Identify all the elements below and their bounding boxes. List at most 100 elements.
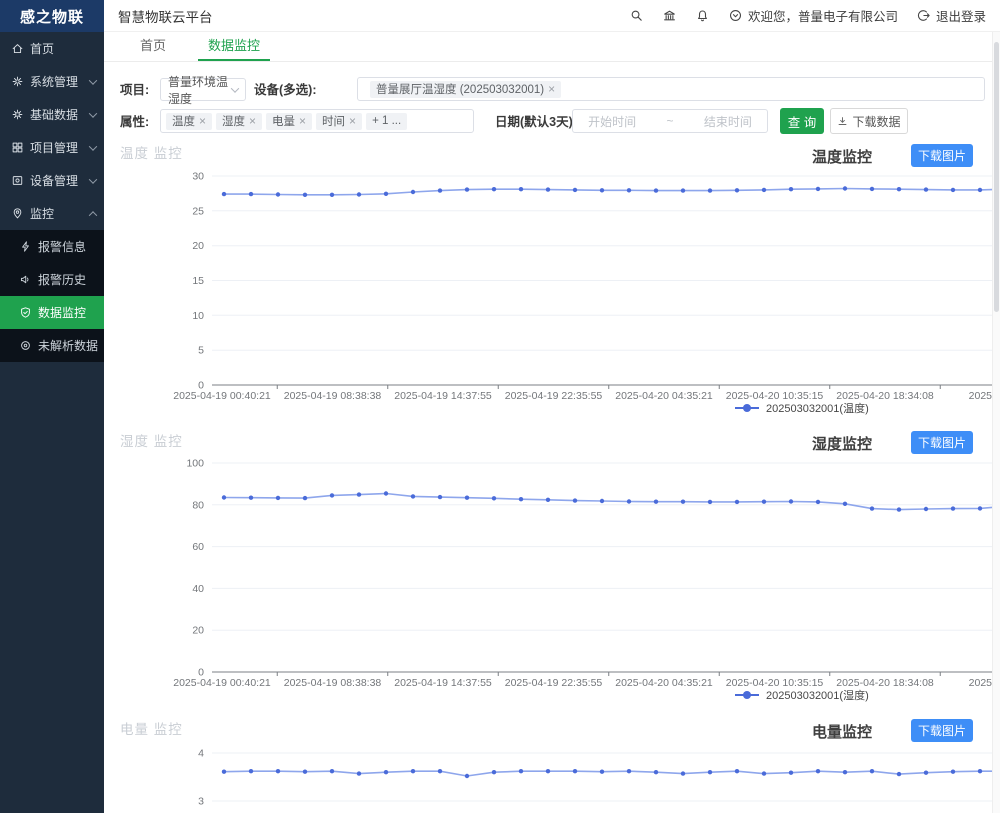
tag-close-icon[interactable]: ×	[249, 115, 256, 127]
page-title: 智慧物联云平台	[118, 6, 213, 26]
download-image-button[interactable]: 下载图片	[911, 719, 973, 742]
chevron-down-icon	[89, 76, 97, 84]
sidebar-item-home[interactable]: 首页	[0, 32, 104, 65]
battery-watermark-label: 电量 监控	[120, 718, 183, 738]
sidebar-item-system-mgmt[interactable]: 系统管理	[0, 65, 104, 98]
monitor-pin-icon	[11, 207, 24, 220]
chevron-down-icon	[89, 109, 97, 117]
svg-text:5: 5	[198, 345, 204, 357]
device-icon	[11, 174, 24, 187]
tag-close-icon[interactable]: ×	[199, 115, 206, 127]
attr-tag[interactable]: 时间×	[316, 113, 362, 130]
query-button[interactable]: 查 询	[780, 108, 824, 134]
project-label: 项目:	[120, 78, 149, 102]
sidebar-item-alarm-info[interactable]: 报警信息	[0, 230, 104, 263]
tab-data-monitor[interactable]: 数据监控	[198, 35, 270, 61]
shield-check-icon	[19, 306, 32, 319]
sidebar: 感之物联 首页 系统管理 基础数据 项目管理 设备管理 监控	[0, 0, 104, 813]
alarm-history-icon	[19, 273, 32, 286]
svg-text:2025-04-21: 2025-04-21	[969, 390, 992, 402]
date-start-placeholder: 开始时间	[588, 113, 636, 130]
sidebar-item-unparsed-data[interactable]: 未解析数据	[0, 329, 104, 362]
svg-text:2025-04-20 04:35:21: 2025-04-20 04:35:21	[615, 677, 713, 689]
svg-text:2025-04-20 10:35:15: 2025-04-20 10:35:15	[726, 390, 824, 402]
download-image-button[interactable]: 下载图片	[911, 144, 973, 167]
top-header: 智慧物联云平台 欢迎您，普量电子有限公司 退出登录	[104, 0, 1000, 32]
settings-data-icon	[11, 108, 24, 121]
chevron-up-icon	[89, 211, 97, 219]
temperature-chart-title: 温度监控	[812, 146, 872, 167]
svg-text:202503032001(湿度): 202503032001(湿度)	[766, 688, 869, 702]
svg-text:2025-04-19 14:37:55: 2025-04-19 14:37:55	[394, 390, 492, 402]
tag-close-icon[interactable]: ×	[349, 115, 356, 127]
sidebar-item-project-mgmt[interactable]: 项目管理	[0, 131, 104, 164]
project-select[interactable]: 普量环境温湿度	[160, 78, 246, 101]
device-multiselect-input[interactable]: 普量展厅温湿度 (202503032001) ×	[357, 77, 985, 101]
alarm-bolt-icon	[19, 240, 32, 253]
svg-text:2025-04-20 18:34:08: 2025-04-20 18:34:08	[836, 677, 934, 689]
chevron-down-icon	[89, 142, 97, 150]
scrollbar-thumb[interactable]	[994, 42, 999, 312]
device-tag[interactable]: 普量展厅温湿度 (202503032001) ×	[370, 81, 561, 98]
tag-close-icon[interactable]: ×	[548, 83, 555, 95]
user-circle-chevron-icon	[728, 8, 743, 23]
temperature-line-chart: 3025201510502025-04-19 00:40:212025-04-1…	[104, 170, 992, 415]
humidity-chart-title: 湿度监控	[812, 433, 872, 454]
tab-home[interactable]: 首页	[130, 35, 176, 61]
svg-text:10: 10	[192, 310, 204, 322]
sidebar-item-monitor[interactable]: 监控	[0, 197, 104, 230]
app-logo: 感之物联	[0, 0, 104, 32]
attribute-multiselect-input[interactable]: 温度× 湿度× 电量× 时间× + 1 ...	[160, 109, 474, 133]
humidity-line-chart: 1008060402002025-04-19 00:40:212025-04-1…	[104, 457, 992, 702]
user-menu[interactable]: 欢迎您，普量电子有限公司	[728, 6, 898, 25]
tag-close-icon[interactable]: ×	[299, 115, 306, 127]
svg-text:40: 40	[192, 583, 204, 595]
svg-text:2025-04-19 00:40:21: 2025-04-19 00:40:21	[173, 677, 271, 689]
sidebar-item-alarm-history[interactable]: 报警历史	[0, 263, 104, 296]
battery-chart-title: 电量监控	[812, 721, 872, 742]
vertical-scrollbar	[992, 32, 1000, 813]
device-label: 设备(多选):	[254, 78, 317, 102]
sidebar-item-data-monitor[interactable]: 数据监控	[0, 296, 104, 329]
svg-text:2025-04-19 08:38:38: 2025-04-19 08:38:38	[284, 677, 382, 689]
sidebar-item-device-mgmt[interactable]: 设备管理	[0, 164, 104, 197]
svg-text:3: 3	[198, 796, 204, 808]
svg-text:2025-04-19 00:40:21: 2025-04-19 00:40:21	[173, 390, 271, 402]
main-content: 项目: 普量环境温湿度 设备(多选): 普量展厅温湿度 (20250303200…	[104, 62, 992, 813]
svg-text:2025-04-19 22:35:55: 2025-04-19 22:35:55	[505, 677, 603, 689]
download-data-button[interactable]: 下载数据	[830, 108, 908, 134]
logout-icon	[916, 8, 931, 23]
welcome-text: 欢迎您，普量电子有限公司	[748, 6, 898, 25]
svg-text:60: 60	[192, 541, 204, 553]
svg-text:20: 20	[192, 625, 204, 637]
bell-icon[interactable]	[695, 8, 710, 23]
tab-bar: 首页 数据监控	[104, 32, 992, 62]
battery-line-chart: 43210	[104, 747, 992, 813]
svg-text:4: 4	[198, 748, 204, 760]
download-icon	[837, 116, 848, 127]
svg-text:80: 80	[192, 499, 204, 511]
home-icon	[11, 42, 24, 55]
attr-tag[interactable]: 温度×	[166, 113, 212, 130]
svg-text:2025-04-20 18:34:08: 2025-04-20 18:34:08	[836, 390, 934, 402]
svg-text:202503032001(温度): 202503032001(温度)	[766, 401, 869, 415]
date-end-placeholder: 结束时间	[704, 113, 752, 130]
chevron-down-icon	[231, 84, 239, 92]
download-image-button[interactable]: 下载图片	[911, 431, 973, 454]
bank-icon[interactable]	[662, 8, 677, 23]
logout-button[interactable]: 退出登录	[916, 6, 986, 25]
monitor-submenu: 报警信息 报警历史 数据监控 未解析数据	[0, 230, 104, 362]
attr-tag[interactable]: 湿度×	[216, 113, 262, 130]
attr-more-tag[interactable]: + 1 ...	[366, 113, 407, 130]
sidebar-item-base-data[interactable]: 基础数据	[0, 98, 104, 131]
temperature-watermark-label: 温度 监控	[120, 142, 183, 162]
svg-text:2025-04-19 22:35:55: 2025-04-19 22:35:55	[505, 390, 603, 402]
attr-tag[interactable]: 电量×	[266, 113, 312, 130]
grid-icon	[11, 141, 24, 154]
date-range-input[interactable]: 开始时间 ~ 结束时间	[572, 109, 768, 133]
svg-text:20: 20	[192, 240, 204, 252]
app-window: 感之物联 首页 系统管理 基础数据 项目管理 设备管理 监控	[0, 0, 1000, 813]
svg-text:2025-04-21: 2025-04-21	[969, 677, 992, 689]
date-separator: ~	[666, 114, 673, 128]
search-icon[interactable]	[629, 8, 644, 23]
